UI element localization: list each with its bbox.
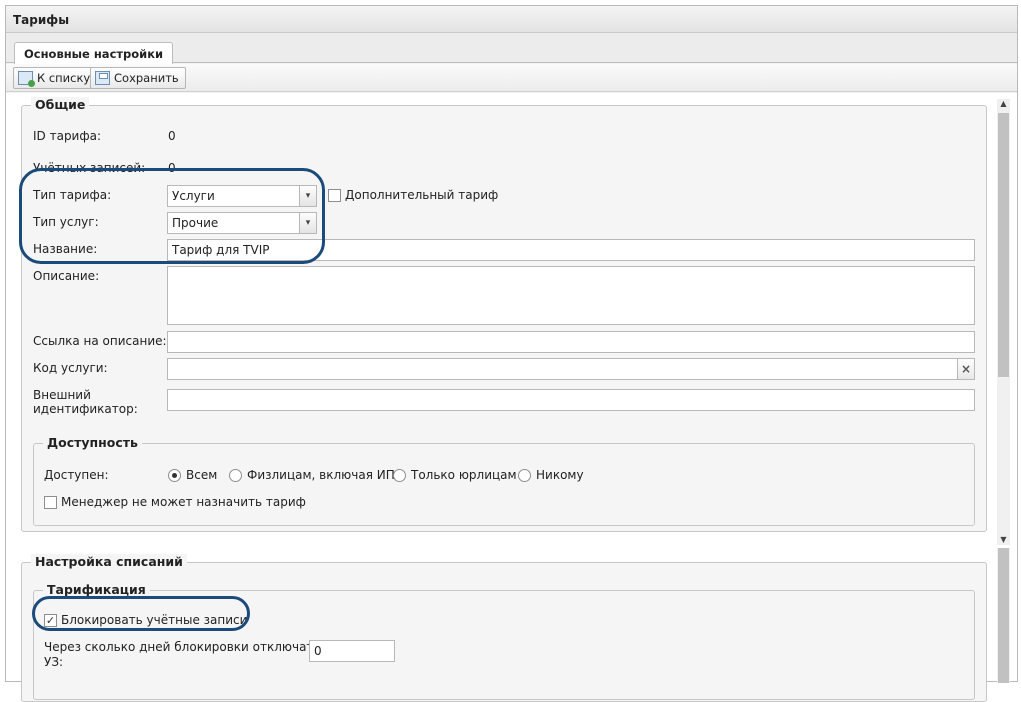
save-button[interactable]: Сохранить: [90, 67, 186, 89]
service-code-label: Код услуги:: [33, 361, 108, 375]
scroll-down-icon[interactable]: ▼: [997, 535, 1010, 545]
manager-cannot-assign-checkbox[interactable]: [44, 496, 57, 509]
writeoffs-legend: Настройка списаний: [31, 554, 187, 569]
accounts-value: 0: [168, 161, 176, 175]
additional-tariff-label: Дополнительный тариф: [345, 188, 499, 202]
save-icon: [95, 71, 110, 85]
days-input[interactable]: 0: [309, 640, 395, 662]
scroll-up-icon[interactable]: ▲: [997, 99, 1010, 109]
tariffication-fieldset: Тарификация ✓ Блокировать учётные записи…: [33, 582, 975, 700]
days-label: Через сколько дней блокировки отключать …: [44, 640, 321, 670]
chevron-down-icon[interactable]: ▾: [299, 186, 316, 206]
days-label-line2: УЗ:: [44, 655, 64, 669]
tab-main-settings[interactable]: Основные настройки: [14, 42, 174, 64]
save-label: Сохранить: [114, 71, 179, 85]
external-id-label-line1: Внешний: [33, 388, 91, 402]
tariff-id-label: ID тарифа:: [33, 129, 102, 143]
radio-individuals-label: Физлицам, включая ИП: [247, 468, 395, 482]
general-legend: Общие: [31, 97, 90, 112]
writeoffs-fieldset: Настройка списаний Тарификация ✓ Блокиро…: [21, 554, 987, 702]
clear-icon[interactable]: ×: [957, 359, 974, 379]
external-id-input[interactable]: [167, 389, 975, 411]
service-type-value: Прочие: [172, 216, 219, 230]
external-id-label-line2: идентификатор:: [33, 402, 138, 416]
back-to-list-label: К списку: [37, 71, 91, 85]
chevron-down-icon[interactable]: ▾: [299, 213, 316, 233]
name-label: Название:: [33, 242, 98, 256]
name-input[interactable]: Тариф для TVIP: [167, 239, 975, 261]
block-accounts-checkbox[interactable]: ✓: [44, 614, 57, 627]
availability-legend: Доступность: [43, 435, 142, 450]
description-textarea[interactable]: [167, 266, 975, 325]
external-id-label: Внешний идентификатор:: [33, 388, 138, 416]
tariff-type-select[interactable]: Услуги ▾: [167, 185, 317, 207]
manager-cannot-assign-label: Менеджер не может назначить тариф: [61, 495, 306, 509]
lower-scrollbar[interactable]: [997, 548, 1010, 683]
description-label: Описание:: [33, 269, 100, 283]
tariffication-legend: Тарификация: [43, 582, 150, 597]
days-label-line1: Через сколько дней блокировки отключать: [44, 640, 321, 654]
additional-tariff-checkbox[interactable]: [328, 189, 341, 202]
radio-all[interactable]: [168, 469, 181, 482]
accounts-label: Учётных записей:: [33, 161, 146, 175]
tariff-type-label: Тип тарифа:: [33, 188, 112, 202]
tariff-id-value: 0: [168, 129, 176, 143]
upper-scrollbar[interactable]: ▲ ▼: [997, 99, 1010, 545]
block-accounts-label: Блокировать учётные записи: [61, 613, 248, 627]
radio-individuals[interactable]: [229, 469, 242, 482]
toolbar: К списку Сохранить: [6, 64, 1017, 92]
service-code-input[interactable]: ×: [167, 358, 975, 380]
service-type-select[interactable]: Прочие ▾: [167, 212, 317, 234]
back-to-list-button[interactable]: К списку: [13, 67, 98, 89]
lower-scroll-thumb[interactable]: [998, 548, 1009, 683]
available-label: Доступен:: [44, 468, 109, 482]
radio-legal-entities[interactable]: [393, 469, 406, 482]
link-input[interactable]: [167, 331, 975, 353]
upper-scroll-thumb[interactable]: [998, 113, 1009, 377]
tariff-type-value: Услуги: [172, 189, 215, 203]
radio-legal-entities-label: Только юрлицам: [411, 468, 517, 482]
link-label: Ссылка на описание:: [33, 334, 167, 348]
tab-strip: Основные настройки: [6, 33, 1017, 64]
radio-nobody-label: Никому: [536, 468, 584, 482]
service-type-label: Тип услуг:: [33, 215, 99, 229]
radio-all-label: Всем: [186, 468, 218, 482]
availability-fieldset: Доступность Доступен: Всем Физлицам, вкл…: [33, 435, 975, 526]
form-content: ▲ ▼ Общие ID тарифа: 0 Учётных записей: …: [6, 93, 1017, 702]
window-title: Тарифы: [6, 6, 1017, 33]
general-fieldset: Общие ID тарифа: 0 Учётных записей: 0 Ти…: [21, 97, 987, 532]
tariffs-window: Тарифы Основные настройки К списку Сохра…: [5, 5, 1018, 702]
radio-nobody[interactable]: [518, 469, 531, 482]
list-icon: [18, 71, 35, 87]
